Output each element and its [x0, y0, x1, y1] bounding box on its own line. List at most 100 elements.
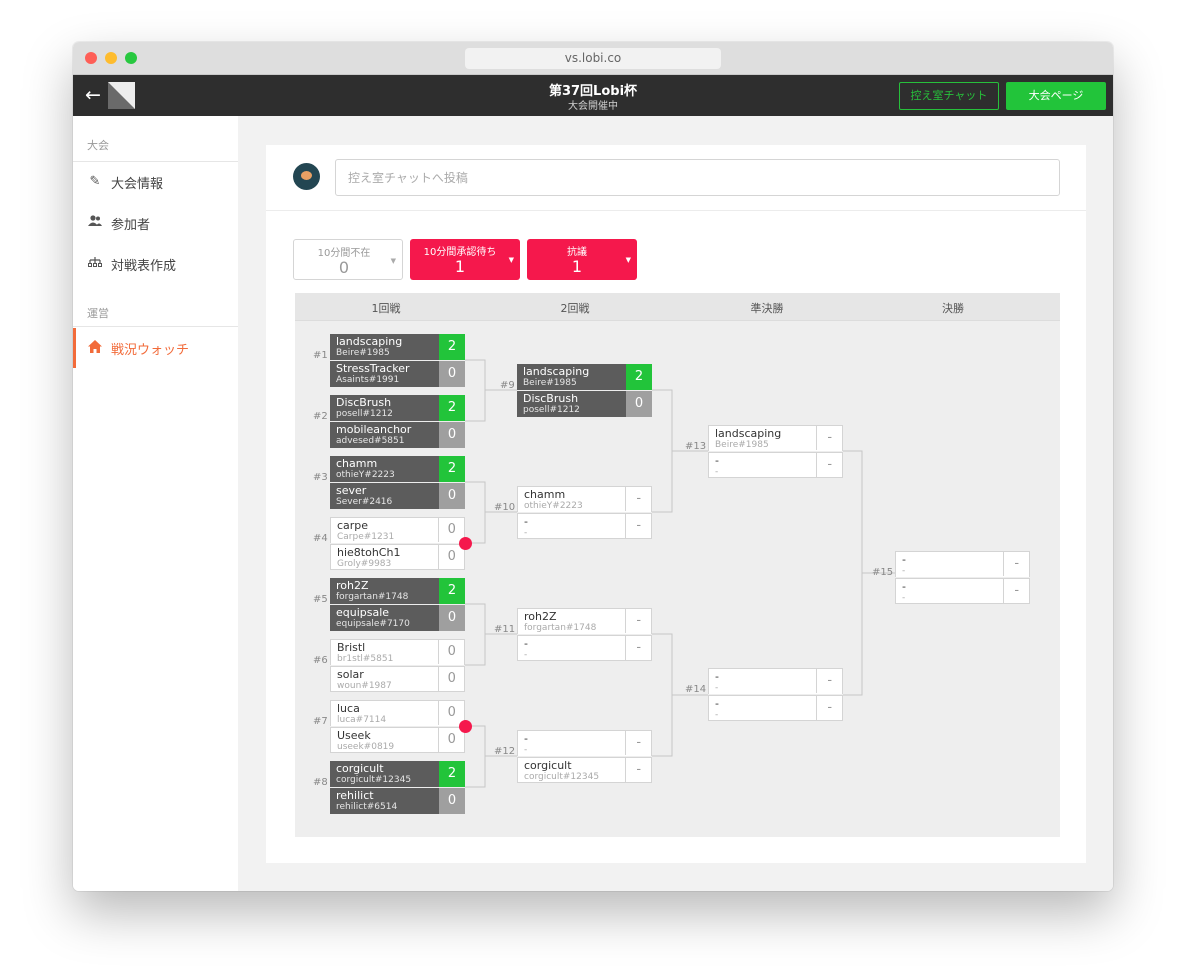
- player-name: chamm: [336, 457, 378, 470]
- bracket-player-slot[interactable]: ---: [517, 513, 652, 539]
- tournament-page-button[interactable]: 大会ページ: [1006, 82, 1106, 110]
- minimize-window-button[interactable]: [105, 52, 117, 64]
- bracket-player-slot[interactable]: corgicult corgicult#12345-: [517, 757, 652, 783]
- player-name: luca: [337, 702, 360, 715]
- player-info: chamm othieY#2223: [518, 487, 625, 513]
- player-id: othieY#2223: [524, 501, 583, 511]
- player-id: -: [715, 710, 719, 720]
- bracket-player-slot[interactable]: chamm othieY#2223-: [517, 486, 652, 512]
- sidebar-item-tournament-info[interactable]: ✎ 大会情報: [73, 162, 238, 202]
- bracket-player-slot[interactable]: roh2Z forgartan#1748-: [517, 608, 652, 634]
- caret-down-icon: ▼: [625, 256, 631, 264]
- player-name: DiscBrush: [523, 392, 579, 405]
- player-id: advesed#5851: [336, 436, 405, 446]
- player-id: Beire#1985: [715, 440, 769, 450]
- player-score: -: [625, 636, 651, 660]
- lobi-logo[interactable]: [108, 82, 135, 109]
- bracket-player-slot[interactable]: StressTracker Asaints#1991 0: [330, 361, 465, 387]
- bracket-player-slot[interactable]: landscaping Beire#1985 2: [330, 334, 465, 360]
- player-name: corgicult: [524, 759, 572, 772]
- player-id: -: [524, 528, 528, 538]
- alert-indicator[interactable]: [459, 720, 472, 733]
- sidebar-item-label: 対戦表作成: [111, 258, 177, 274]
- player-info: chamm othieY#2223: [330, 456, 439, 482]
- bracket-player-slot[interactable]: equipsale equipsale#7170 0: [330, 605, 465, 631]
- bracket-player-slot[interactable]: ---: [895, 578, 1030, 604]
- bracket-player-slot[interactable]: ---: [517, 635, 652, 661]
- player-id: forgartan#1748: [524, 623, 597, 633]
- bracket-player-slot[interactable]: ---: [895, 551, 1030, 577]
- bracket-player-slot[interactable]: sever Sever#2416 0: [330, 483, 465, 509]
- bracket-player-slot[interactable]: Useek useek#0819 0: [330, 727, 465, 753]
- player-info: landscaping Beire#1985: [330, 334, 439, 360]
- bracket-player-slot[interactable]: carpe Carpe#1231 0: [330, 517, 465, 543]
- bracket-player-slot[interactable]: Bristl br1stl#5851 0: [330, 639, 465, 665]
- watch-panel: 10分間不在 0 ▼ 10分間承認待ち 1 ▼ 抗議 1 ▼ 1回戦 2回戦 準…: [266, 145, 1086, 863]
- bracket-player-slot[interactable]: ---: [517, 730, 652, 756]
- sidebar-item-battle-watch[interactable]: 戦況ウォッチ: [73, 328, 238, 368]
- bracket-player-slot[interactable]: mobileanchor advesed#5851 0: [330, 422, 465, 448]
- chat-post-row: [266, 145, 1086, 211]
- player-info: --: [896, 552, 1003, 578]
- player-name: landscaping: [336, 335, 403, 348]
- sidebar-item-label: 戦況ウォッチ: [111, 342, 190, 358]
- sidebar-item-participants[interactable]: 参加者: [73, 203, 238, 243]
- bracket-player-slot[interactable]: corgicult corgicult#12345 2: [330, 761, 465, 787]
- player-name: carpe: [337, 519, 369, 532]
- bracket-player-slot[interactable]: ---: [708, 668, 843, 694]
- back-arrow-icon[interactable]: ←: [85, 85, 105, 105]
- player-name: -: [715, 454, 719, 467]
- player-info: --: [709, 669, 816, 695]
- player-info: mobileanchor advesed#5851: [330, 422, 439, 448]
- home-icon: [87, 340, 103, 356]
- stat-absent-10min[interactable]: 10分間不在 0 ▼: [293, 239, 403, 280]
- player-info: StressTracker Asaints#1991: [330, 361, 439, 387]
- bracket-player-slot[interactable]: ---: [708, 695, 843, 721]
- player-id: -: [715, 467, 719, 477]
- player-id: othieY#2223: [336, 470, 395, 480]
- address-bar[interactable]: vs.lobi.co: [465, 48, 721, 69]
- bracket-player-slot[interactable]: luca luca#7114 0: [330, 700, 465, 726]
- bracket-player-slot[interactable]: landscaping Beire#1985 2: [517, 364, 652, 390]
- player-info: --: [518, 636, 625, 662]
- close-window-button[interactable]: [85, 52, 97, 64]
- bracket-player-slot[interactable]: roh2Z forgartan#1748 2: [330, 578, 465, 604]
- stat-awaiting-approval[interactable]: 10分間承認待ち 1 ▼: [410, 239, 520, 280]
- player-name: roh2Z: [524, 610, 557, 623]
- match-number: #8: [313, 777, 328, 788]
- stat-label: 10分間承認待ち: [423, 247, 497, 258]
- sidebar-item-create-bracket[interactable]: 対戦表作成: [73, 244, 238, 284]
- chat-post-input[interactable]: [335, 159, 1060, 196]
- zoom-window-button[interactable]: [125, 52, 137, 64]
- bracket-player-slot[interactable]: hie8tohCh1 Groly#9983 0: [330, 544, 465, 570]
- bracket-player-slot[interactable]: DiscBrush posell#1212 2: [330, 395, 465, 421]
- sidebar-divider: [73, 326, 238, 327]
- player-id: forgartan#1748: [336, 592, 409, 602]
- user-avatar[interactable]: [293, 163, 320, 190]
- player-score: -: [816, 426, 842, 450]
- bracket-player-slot[interactable]: landscaping Beire#1985 -: [708, 425, 843, 451]
- alert-indicator[interactable]: [459, 537, 472, 550]
- player-name: solar: [337, 668, 364, 681]
- stat-protest[interactable]: 抗議 1 ▼: [527, 239, 637, 280]
- player-score: -: [816, 669, 842, 693]
- player-name: sever: [336, 484, 367, 497]
- bracket-player-slot[interactable]: DiscBrush posell#1212 0: [517, 391, 652, 417]
- player-name: rehilict: [336, 789, 374, 802]
- player-score: 0: [439, 605, 465, 631]
- player-id: Sever#2416: [336, 497, 393, 507]
- player-info: equipsale equipsale#7170: [330, 605, 439, 631]
- player-score: 0: [439, 422, 465, 448]
- player-score: 0: [438, 640, 464, 664]
- bracket-player-slot[interactable]: ---: [708, 452, 843, 478]
- bracket-player-slot[interactable]: rehilict rehilict#6514 0: [330, 788, 465, 814]
- waiting-room-chat-button[interactable]: 控え室チャット: [899, 82, 999, 110]
- player-info: corgicult corgicult#12345: [518, 758, 625, 784]
- bracket-player-slot[interactable]: chamm othieY#2223 2: [330, 456, 465, 482]
- stat-value: 1: [571, 257, 583, 276]
- bracket-player-slot[interactable]: solar woun#1987 0: [330, 666, 465, 692]
- player-name: landscaping: [715, 427, 782, 440]
- player-id: corgicult#12345: [524, 772, 600, 782]
- player-score: 0: [438, 667, 464, 691]
- player-name: chamm: [524, 488, 566, 501]
